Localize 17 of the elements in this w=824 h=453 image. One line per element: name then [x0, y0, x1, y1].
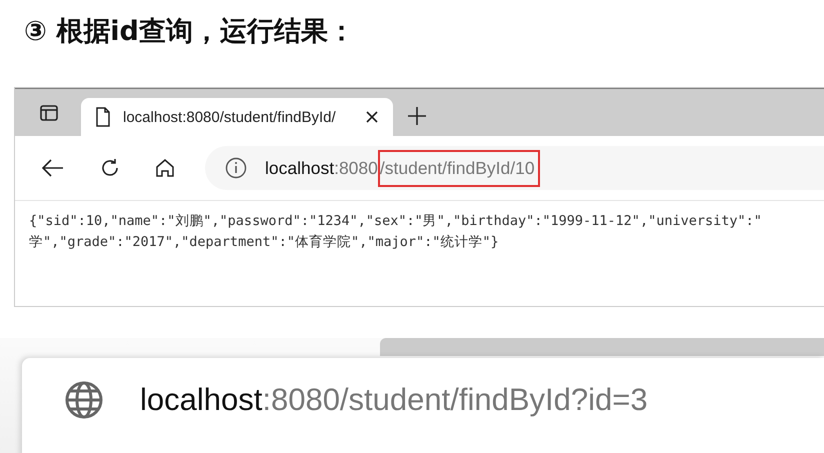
new-tab-icon[interactable] [407, 106, 427, 126]
suggestion-url[interactable]: localhost:8080/student/findById?id=3 [140, 382, 648, 418]
section-heading: ③ 根据id查询，运行结果： [24, 15, 356, 49]
refresh-icon[interactable] [99, 157, 121, 179]
info-icon[interactable] [225, 157, 247, 179]
json-text-line: {"sid":10,"name":"刘鹏","password":"1234","sex":"男","birthday":"1999-11-12","university":" [29, 212, 763, 231]
address-bar[interactable]: localhost:8080/student/findById/10 [205, 146, 824, 190]
json-text-line: 学","grade":"2017","department":"体育学院","major":"统计学"} [29, 233, 500, 252]
sidebar-icon[interactable] [39, 103, 59, 123]
globe-icon [64, 380, 104, 420]
browser-tab[interactable]: localhost:8080/student/findById/ [81, 98, 393, 136]
page-icon [95, 107, 111, 127]
close-icon[interactable] [365, 110, 379, 124]
back-icon[interactable] [41, 158, 65, 178]
tab-title: localhost:8080/student/findById/ [123, 108, 337, 126]
url-text: localhost:8080/student/findById/10 [265, 150, 540, 186]
home-icon[interactable] [155, 158, 175, 178]
